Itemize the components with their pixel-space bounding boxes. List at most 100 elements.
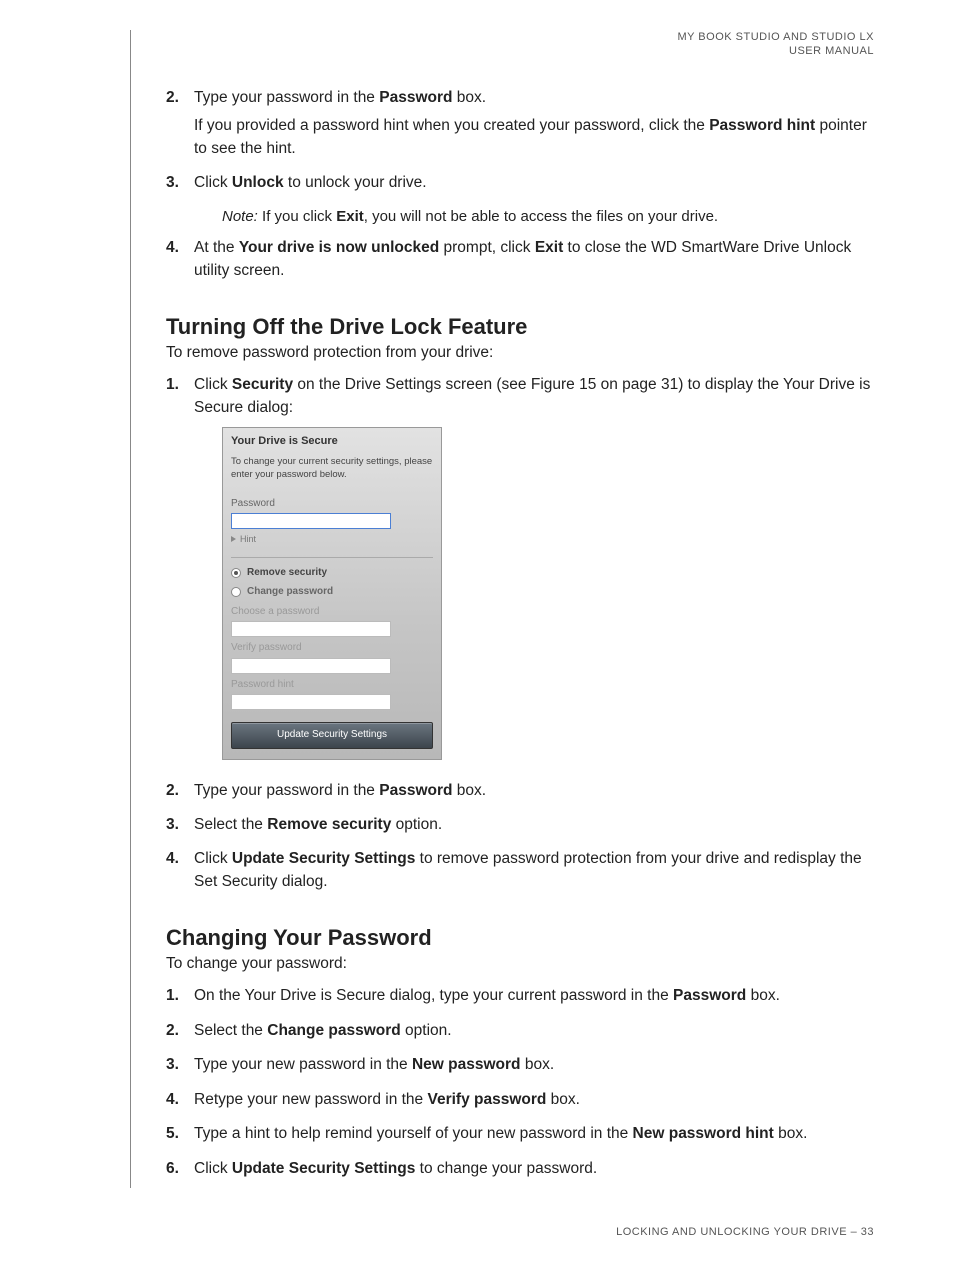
vertical-rule xyxy=(130,30,131,1188)
bold: Update Security Settings xyxy=(232,850,415,867)
triangle-right-icon xyxy=(231,536,236,542)
text: option. xyxy=(401,1022,452,1039)
step-body: Retype your new password in the Verify p… xyxy=(194,1089,874,1117)
hint-toggle[interactable]: Hint xyxy=(231,533,433,546)
text: Click xyxy=(194,1160,232,1177)
bold: Exit xyxy=(535,239,563,256)
password-input[interactable] xyxy=(231,513,391,529)
step-4: 4. At the Your drive is now unlocked pro… xyxy=(166,237,874,288)
text: Select the xyxy=(194,816,267,833)
bold: Your drive is now unlocked xyxy=(239,239,439,256)
text: Type your password in the xyxy=(194,89,379,106)
step-body: Click Update Security Settings to remove… xyxy=(194,848,874,899)
step-number: 4. xyxy=(166,848,194,899)
choose-password-label: Choose a password xyxy=(231,605,433,620)
divider xyxy=(231,557,433,558)
bold: Password xyxy=(673,987,746,1004)
hint-label: Hint xyxy=(240,534,256,544)
page-content: 2. Type your password in the Password bo… xyxy=(130,87,874,1187)
step-body: Type your password in the Password box. xyxy=(194,780,874,808)
radio-label: Change password xyxy=(247,585,333,600)
text: If you provided a password hint when you… xyxy=(194,117,709,134)
password-hint-input[interactable] xyxy=(231,694,391,710)
step-number: 3. xyxy=(166,814,194,842)
bold: New password hint xyxy=(633,1125,774,1142)
sec2-step-6: 6. Click Update Security Settings to cha… xyxy=(166,1158,874,1186)
step-body: Click Security on the Drive Settings scr… xyxy=(194,374,874,773)
text: Click xyxy=(194,850,232,867)
text: , you will not be able to access the fil… xyxy=(364,208,718,225)
choose-password-input[interactable] xyxy=(231,621,391,637)
step-number: 4. xyxy=(166,237,194,288)
sec2-step-3: 3. Type your new password in the New pas… xyxy=(166,1054,874,1082)
text: on the Drive Settings screen (see Figure… xyxy=(194,376,870,415)
bold: Security xyxy=(232,376,293,393)
text: Type your password in the xyxy=(194,782,379,799)
text: box. xyxy=(746,987,780,1004)
sec2-step-4: 4. Retype your new password in the Verif… xyxy=(166,1089,874,1117)
update-security-button[interactable]: Update Security Settings xyxy=(231,722,433,749)
verify-password-label: Verify password xyxy=(231,641,433,656)
radio-selected-icon xyxy=(231,568,241,578)
note: Note: If you click Exit, you will not be… xyxy=(222,206,874,227)
text: box. xyxy=(452,782,486,799)
step-number: 6. xyxy=(166,1158,194,1186)
password-hint-label: Password hint xyxy=(231,678,433,693)
step-number: 2. xyxy=(166,780,194,808)
text: Select the xyxy=(194,1022,267,1039)
header-line-1: MY BOOK STUDIO AND STUDIO LX xyxy=(130,30,874,44)
step-3: 3. Click Unlock to unlock your drive. xyxy=(166,172,874,200)
bold: Exit xyxy=(336,208,364,225)
step-number: 3. xyxy=(166,1054,194,1082)
step-body: Select the Remove security option. xyxy=(194,814,874,842)
step-number: 2. xyxy=(166,1020,194,1048)
sec2-step-1: 1. On the Your Drive is Secure dialog, t… xyxy=(166,985,874,1013)
text: box. xyxy=(521,1056,555,1073)
text: At the xyxy=(194,239,239,256)
section-intro: To change your password: xyxy=(166,955,874,973)
bold: Unlock xyxy=(232,174,284,191)
bold: Password xyxy=(379,89,452,106)
bold: Update Security Settings xyxy=(232,1160,415,1177)
sec1-step-1: 1. Click Security on the Drive Settings … xyxy=(166,374,874,773)
radio-label: Remove security xyxy=(247,566,327,581)
step-number: 4. xyxy=(166,1089,194,1117)
step-body: On the Your Drive is Secure dialog, type… xyxy=(194,985,874,1013)
text: Type your new password in the xyxy=(194,1056,412,1073)
verify-password-input[interactable] xyxy=(231,658,391,674)
sec2-step-2: 2. Select the Change password option. xyxy=(166,1020,874,1048)
step-body: Click Unlock to unlock your drive. xyxy=(194,172,874,200)
step-body: Select the Change password option. xyxy=(194,1020,874,1048)
section-intro: To remove password protection from your … xyxy=(166,344,874,362)
sec1-step-4: 4. Click Update Security Settings to rem… xyxy=(166,848,874,899)
step-2: 2. Type your password in the Password bo… xyxy=(166,87,874,166)
text: If you click xyxy=(258,208,336,225)
bold: Verify password xyxy=(427,1091,546,1108)
step-body: Click Update Security Settings to change… xyxy=(194,1158,874,1186)
step-number: 3. xyxy=(166,172,194,200)
password-label: Password xyxy=(231,497,433,512)
page-header: MY BOOK STUDIO AND STUDIO LX USER MANUAL xyxy=(130,30,874,59)
text: Retype your new password in the xyxy=(194,1091,427,1108)
text: Type a hint to help remind yourself of y… xyxy=(194,1125,633,1142)
step-number: 5. xyxy=(166,1123,194,1151)
step-body: At the Your drive is now unlocked prompt… xyxy=(194,237,874,288)
section-heading-changing-password: Changing Your Password xyxy=(166,925,874,951)
dialog-message: To change your current security settings… xyxy=(231,456,433,481)
text: Click xyxy=(194,376,232,393)
text: to unlock your drive. xyxy=(284,174,427,191)
header-line-2: USER MANUAL xyxy=(130,44,874,58)
dialog-title: Your Drive is Secure xyxy=(231,434,433,450)
text: Click xyxy=(194,174,232,191)
bold: Password hint xyxy=(709,117,815,134)
bold: Remove security xyxy=(267,816,391,833)
step-body: Type your password in the Password box. … xyxy=(194,87,874,166)
text: to change your password. xyxy=(415,1160,597,1177)
remove-security-option[interactable]: Remove security xyxy=(231,566,433,581)
section-heading-turning-off: Turning Off the Drive Lock Feature xyxy=(166,314,874,340)
page-footer: LOCKING AND UNLOCKING YOUR DRIVE – 33 xyxy=(130,1226,874,1238)
sec1-step-2: 2. Type your password in the Password bo… xyxy=(166,780,874,808)
bold: Change password xyxy=(267,1022,401,1039)
change-password-option[interactable]: Change password xyxy=(231,585,433,600)
step-body: Type a hint to help remind yourself of y… xyxy=(194,1123,874,1151)
